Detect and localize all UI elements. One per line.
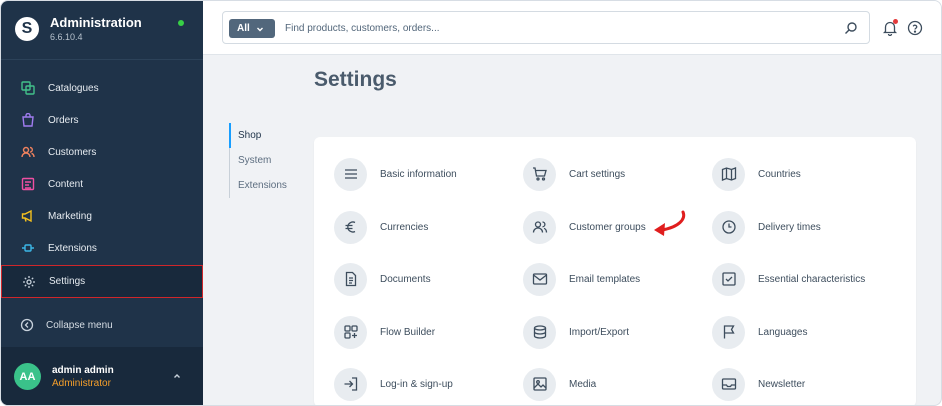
setting-customer-groups[interactable]: Customer groups [523, 210, 646, 244]
setting-email-templates[interactable]: Email templates [523, 262, 640, 296]
setting-currencies[interactable]: Currencies [334, 210, 428, 244]
setting-label: Documents [380, 273, 431, 285]
sidebar-item-marketing[interactable]: Marketing [1, 200, 203, 232]
setting-label: Import/Export [569, 326, 630, 338]
document-icon [334, 262, 367, 296]
inbox-icon [712, 367, 745, 401]
setting-languages[interactable]: Languages [712, 315, 808, 349]
chevron-left-circle-icon [20, 318, 34, 332]
content-icon [20, 176, 36, 192]
setting-label: Flow Builder [380, 326, 436, 338]
setting-media[interactable]: Media [523, 367, 596, 401]
search-icon[interactable] [844, 21, 858, 35]
envelope-icon [523, 262, 556, 296]
annotation-arrow-icon [654, 210, 686, 236]
setting-label: Delivery times [758, 221, 821, 233]
setting-essential-characteristics[interactable]: Essential characteristics [712, 262, 865, 296]
settings-card: Basic information Cart settings Countrie… [314, 137, 916, 405]
setting-import-export[interactable]: Import/Export [523, 315, 629, 349]
sidebar-item-settings[interactable]: Settings [1, 265, 203, 298]
status-dot [178, 20, 184, 26]
setting-countries[interactable]: Countries [712, 157, 801, 191]
sidebar-item-customers[interactable]: Customers [1, 136, 203, 168]
setting-label: Email templates [569, 273, 641, 285]
clock-icon [712, 210, 745, 244]
gear-icon [21, 274, 37, 290]
setting-label: Countries [758, 168, 801, 180]
flag-icon [712, 315, 745, 349]
settings-subnav: Shop System Extensions [229, 123, 287, 198]
shopware-logo-icon: S [15, 17, 39, 41]
setting-delivery-times[interactable]: Delivery times [712, 210, 821, 244]
chevron-up-icon[interactable] [172, 371, 182, 381]
collapse-menu-label: Collapse menu [46, 319, 113, 331]
tab-system[interactable]: System [230, 148, 287, 173]
marketing-icon [20, 208, 36, 224]
sidebar-item-label: Orders [48, 114, 79, 126]
setting-label: Languages [758, 326, 808, 338]
orders-icon [20, 112, 36, 128]
setting-label: Cart settings [569, 168, 626, 180]
setting-documents[interactable]: Documents [334, 262, 431, 296]
sidebar-item-label: Extensions [48, 242, 97, 254]
global-search: All [222, 11, 870, 44]
map-icon [712, 157, 745, 191]
setting-label: Essential characteristics [758, 273, 866, 285]
euro-icon [334, 210, 367, 244]
search-input[interactable] [285, 19, 825, 38]
app-title: Administration [50, 15, 142, 30]
sidebar-divider [1, 59, 203, 60]
top-bar: All [203, 1, 941, 55]
chevron-down-icon [256, 27, 263, 31]
search-type-label: All [237, 23, 250, 34]
login-icon [334, 367, 367, 401]
sidebar-nav: Catalogues Orders Customers Content Mark… [1, 72, 203, 298]
image-icon [523, 367, 556, 401]
setting-label: Currencies [380, 221, 429, 233]
setting-label: Basic information [380, 168, 457, 180]
user-name: admin admin [52, 365, 114, 376]
checkbox-icon [712, 262, 745, 296]
user-role: Administrator [52, 378, 111, 389]
extensions-icon [20, 240, 36, 256]
database-icon [523, 315, 556, 349]
sidebar-item-extensions[interactable]: Extensions [1, 232, 203, 264]
notification-badge [893, 19, 898, 24]
sidebar-item-catalogues[interactable]: Catalogues [1, 72, 203, 104]
sidebar-item-label: Catalogues [48, 82, 99, 94]
sidebar-item-orders[interactable]: Orders [1, 104, 203, 136]
setting-login-signup[interactable]: Log-in & sign-up [334, 367, 453, 401]
page-title: Settings [314, 68, 397, 91]
sidebar-item-label: Content [48, 178, 84, 190]
search-type-dropdown[interactable]: All [229, 19, 275, 38]
help-icon[interactable] [907, 20, 923, 36]
list-icon [334, 157, 367, 191]
app-window: S Administration 6.6.10.4 Catalogues Ord… [0, 0, 942, 406]
sidebar-item-label: Marketing [48, 210, 92, 222]
avatar: AA [14, 363, 41, 390]
sidebar: S Administration 6.6.10.4 Catalogues Ord… [1, 1, 203, 405]
setting-basic-information[interactable]: Basic information [334, 157, 457, 191]
user-menu[interactable]: AA admin admin Administrator [1, 347, 203, 405]
setting-label: Media [569, 378, 597, 390]
catalogues-icon [20, 80, 36, 96]
setting-label: Log-in & sign-up [380, 378, 453, 390]
sidebar-item-content[interactable]: Content [1, 168, 203, 200]
brand[interactable]: S Administration 6.6.10.4 [15, 15, 142, 43]
setting-flow-builder[interactable]: Flow Builder [334, 315, 435, 349]
cart-icon [523, 157, 556, 191]
setting-label: Customer groups [569, 221, 646, 233]
customers-icon [20, 144, 36, 160]
tab-shop[interactable]: Shop [229, 123, 287, 148]
setting-label: Newsletter [758, 378, 806, 390]
setting-newsletter[interactable]: Newsletter [712, 367, 805, 401]
collapse-menu-button[interactable]: Collapse menu [20, 318, 113, 332]
sidebar-item-label: Customers [48, 146, 97, 158]
users-icon [523, 210, 556, 244]
flow-icon [334, 315, 367, 349]
tab-extensions[interactable]: Extensions [230, 173, 287, 198]
sidebar-item-label: Settings [49, 276, 86, 287]
app-version: 6.6.10.4 [50, 32, 83, 42]
setting-cart-settings[interactable]: Cart settings [523, 157, 625, 191]
